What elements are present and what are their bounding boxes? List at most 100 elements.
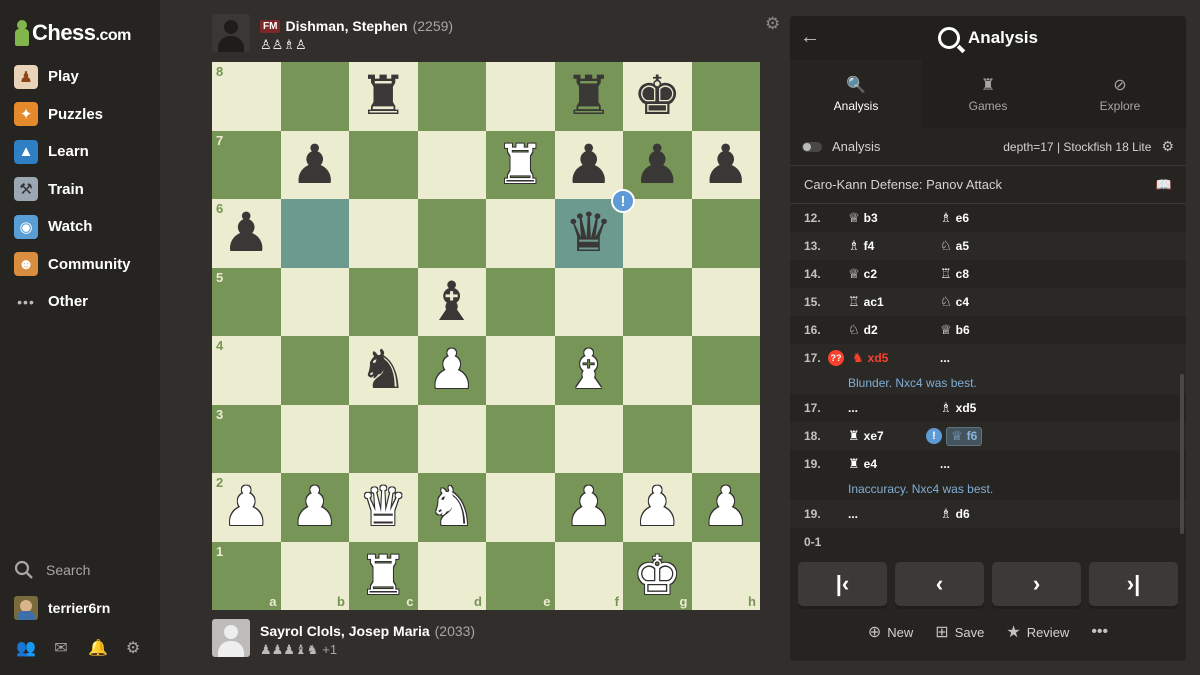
sidebar-item-community[interactable]: ☻ Community — [0, 246, 160, 284]
square-g2[interactable]: ♟ — [623, 473, 692, 542]
white-move[interactable]: ♜ e4 — [848, 457, 940, 472]
square-b6[interactable] — [280, 199, 349, 268]
square-f3[interactable] — [554, 404, 623, 473]
sidebar-item-train[interactable]: ⚒ Train — [0, 171, 160, 209]
sidebar-item-other[interactable]: ••• Other — [0, 283, 160, 321]
white-pawn-icon[interactable]: ♟ — [428, 343, 476, 397]
white-pawn-icon[interactable]: ♟ — [702, 480, 750, 534]
avatar[interactable] — [212, 14, 250, 52]
square-d4[interactable]: ♟ — [417, 336, 486, 405]
back-arrow-icon[interactable]: ← — [800, 26, 820, 49]
white-bishop-icon[interactable]: ♝ — [565, 343, 613, 397]
square-c1[interactable]: c ♜ — [349, 541, 418, 610]
white-queen-icon[interactable]: ♛ — [359, 480, 407, 534]
square-h3[interactable] — [691, 404, 760, 473]
more-options-button[interactable]: ••• — [1091, 622, 1108, 642]
square-e2[interactable] — [486, 473, 555, 542]
black-move[interactable]: ... — [940, 351, 1032, 365]
square-e6[interactable] — [486, 199, 555, 268]
square-f5[interactable] — [554, 267, 623, 336]
square-d8[interactable] — [417, 62, 486, 131]
messages-icon[interactable]: ✉ — [52, 638, 70, 658]
square-c4[interactable]: ♞ — [349, 336, 418, 405]
engine-toggle[interactable] — [802, 141, 822, 152]
square-g6[interactable] — [623, 199, 692, 268]
sidebar-user[interactable]: terrier6rn — [14, 596, 110, 620]
black-move[interactable]: ♗ xd5 — [940, 401, 1032, 416]
last-move-button[interactable]: ›| — [1089, 562, 1178, 606]
square-h4[interactable] — [691, 336, 760, 405]
black-king-icon[interactable]: ♚ — [633, 69, 681, 123]
sidebar-search[interactable]: Search — [14, 560, 90, 580]
opening-book-icon[interactable]: 📖 — [1156, 177, 1172, 193]
square-e8[interactable] — [486, 62, 555, 131]
square-a6[interactable]: 6 ♟ — [212, 199, 281, 268]
black-knight-icon[interactable]: ♞ — [359, 343, 407, 397]
player-name[interactable]: Sayrol Clols, Josep Maria — [260, 623, 430, 639]
board-settings-gear-icon[interactable]: ⚙ — [765, 14, 780, 34]
previous-move-button[interactable]: ‹ — [895, 562, 984, 606]
square-f7[interactable]: ♟ — [554, 130, 623, 199]
square-h7[interactable]: ♟ — [691, 130, 760, 199]
white-move[interactable]: ♗ f4 — [848, 239, 940, 254]
square-a1[interactable]: 1a — [212, 541, 281, 610]
square-c5[interactable] — [349, 267, 418, 336]
square-f4[interactable]: ♝ — [554, 336, 623, 405]
square-f1[interactable]: f — [554, 541, 623, 610]
avatar[interactable] — [212, 619, 250, 657]
square-e1[interactable]: e — [486, 541, 555, 610]
white-pawn-icon[interactable]: ♟ — [291, 480, 339, 534]
black-pawn-icon[interactable]: ♟ — [565, 137, 613, 192]
first-move-button[interactable]: |‹ — [798, 562, 887, 606]
black-move[interactable]: ♗ d6 — [940, 507, 1032, 522]
square-f2[interactable]: ♟ — [554, 473, 623, 542]
chess-board[interactable]: 8 ♜ ♜ ♚ 7 ♟ ♜ ♟ ♟ ♟ 6 ♟ ♛! 5 ♝ 4 ♞ ♟ ♝ 3 2 ♟ ♟ ♛ ♞ ♟ ♟ ♟ 1 a b c ♜ d e f g ♚ h — [212, 62, 760, 610]
white-rook-icon[interactable]: ♜ — [496, 137, 544, 192]
square-d6[interactable] — [417, 199, 486, 268]
square-h2[interactable]: ♟ — [691, 473, 760, 542]
white-knight-icon[interactable]: ♞ — [428, 480, 476, 534]
square-g7[interactable]: ♟ — [623, 130, 692, 199]
chess-com-logo[interactable]: Chess.com — [14, 16, 131, 50]
square-d7[interactable] — [417, 130, 486, 199]
next-move-button[interactable]: › — [992, 562, 1081, 606]
square-c3[interactable] — [349, 404, 418, 473]
square-b7[interactable]: ♟ — [280, 130, 349, 199]
black-pawn-icon[interactable]: ♟ — [291, 137, 339, 192]
square-c8[interactable]: ♜ — [349, 62, 418, 131]
review-button[interactable]: ★ Review — [1006, 622, 1069, 642]
black-pawn-icon[interactable]: ♟ — [633, 137, 681, 192]
friends-icon[interactable]: 👥 — [16, 638, 36, 658]
white-pawn-icon[interactable]: ♟ — [633, 480, 681, 534]
white-pawn-icon[interactable]: ♟ — [565, 480, 613, 534]
square-e7[interactable]: ♜ — [486, 130, 555, 199]
square-h8[interactable] — [691, 62, 760, 131]
white-move[interactable]: ♘ d2 — [848, 323, 940, 338]
square-d2[interactable]: ♞ — [417, 473, 486, 542]
square-b2[interactable]: ♟ — [280, 473, 349, 542]
square-a2[interactable]: 2 ♟ — [212, 473, 281, 542]
sidebar-item-play[interactable]: ♟ Play — [0, 58, 160, 96]
white-move[interactable]: ♕ b3 — [848, 211, 940, 226]
white-king-icon[interactable]: ♚ — [633, 548, 681, 603]
square-e3[interactable] — [486, 404, 555, 473]
black-move[interactable]: ... — [940, 457, 1032, 471]
white-move[interactable]: ?? ♞ xd5 — [828, 350, 940, 366]
square-a7[interactable]: 7 — [212, 130, 281, 199]
tab-explore[interactable]: ⊘ Explore — [1054, 60, 1186, 128]
white-move[interactable]: ... — [848, 507, 940, 521]
black-move[interactable]: ♗ e6 — [940, 211, 1032, 226]
black-move[interactable]: ♖ c8 — [940, 267, 1032, 282]
black-move[interactable]: ♘ c4 — [940, 295, 1032, 310]
square-a5[interactable]: 5 — [212, 267, 281, 336]
black-pawn-icon[interactable]: ♟ — [702, 137, 750, 192]
settings-icon[interactable]: ⚙ — [124, 638, 142, 658]
player-name[interactable]: Dishman, Stephen — [285, 18, 407, 34]
square-g3[interactable] — [623, 404, 692, 473]
square-b3[interactable] — [280, 404, 349, 473]
square-h5[interactable] — [691, 267, 760, 336]
square-a8[interactable]: 8 — [212, 62, 281, 131]
sidebar-item-watch[interactable]: ◉ Watch — [0, 208, 160, 246]
square-b5[interactable] — [280, 267, 349, 336]
square-d5[interactable]: ♝ — [417, 267, 486, 336]
